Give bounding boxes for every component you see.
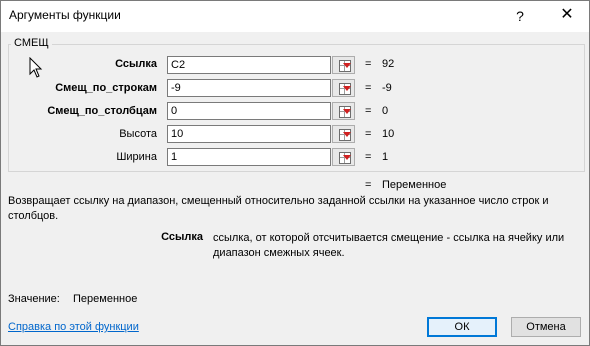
arg-input-shirina[interactable]: 1 (167, 148, 331, 166)
function-description: Возвращает ссылку на диапазон, смещенный… (8, 195, 549, 222)
arrow-icon (343, 86, 351, 91)
arrow-icon (343, 155, 351, 160)
collapse-dialog-button[interactable] (332, 125, 355, 143)
value-label: Значение: (8, 293, 60, 305)
argument-help-name: Ссылка (161, 231, 203, 243)
arg-input-ssylka[interactable]: C2 (167, 56, 331, 74)
equals-sign: = (365, 151, 372, 163)
collapse-dialog-button[interactable] (332, 102, 355, 120)
cancel-button[interactable]: Отмена (511, 317, 581, 337)
arrow-icon (343, 109, 351, 114)
close-button[interactable]: ✕ (557, 5, 577, 25)
arrow-icon (343, 63, 351, 68)
title-bar: Аргументы функции ? ✕ (1, 1, 589, 32)
arrow-icon (343, 132, 351, 137)
arg-input-vysota[interactable]: 10 (167, 125, 331, 143)
arg-label-vysota: Высота (119, 128, 157, 140)
collapse-dialog-button[interactable] (332, 56, 355, 74)
equals-sign: = (365, 105, 372, 117)
collapse-dialog-button[interactable] (332, 148, 355, 166)
equals-sign: = (365, 58, 372, 70)
function-name: СМЕЩ (11, 37, 52, 49)
arg-label-smesh-po-strokam: Смещ_по_строкам (55, 82, 157, 94)
arg-label-smesh-po-stolbcam: Смещ_по_столбцам (47, 105, 157, 117)
arg-input-smesh-po-stolbcam[interactable]: 0 (167, 102, 331, 120)
function-help-link[interactable]: Справка по этой функции (8, 321, 139, 333)
dialog-title: Аргументы функции (9, 8, 121, 22)
collapse-dialog-button[interactable] (332, 79, 355, 97)
formula-result: Переменное (382, 179, 447, 191)
help-button[interactable]: ? (510, 6, 530, 26)
arg-input-smesh-po-strokam[interactable]: -9 (167, 79, 331, 97)
result-equals-sign: = (365, 179, 372, 191)
mouse-cursor-icon (29, 57, 43, 78)
value-text: Переменное (73, 293, 138, 305)
equals-sign: = (365, 128, 372, 140)
argument-help-text: ссылка, от которой отсчитывается смещени… (213, 232, 565, 259)
arg-value-vysota: 10 (382, 128, 395, 140)
ok-button[interactable]: ОК (427, 317, 497, 337)
arg-label-shirina: Ширина (116, 151, 157, 163)
arg-value-smesh-po-stolbcam: 0 (382, 105, 389, 117)
arg-value-shirina: 1 (382, 151, 389, 163)
function-arguments-dialog: Аргументы функции ? ✕ СМЕЩ Ссылка C2 = 9… (0, 0, 590, 346)
arg-value-smesh-po-strokam: -9 (382, 82, 392, 94)
equals-sign: = (365, 82, 372, 94)
arg-value-ssylka: 92 (382, 58, 395, 70)
